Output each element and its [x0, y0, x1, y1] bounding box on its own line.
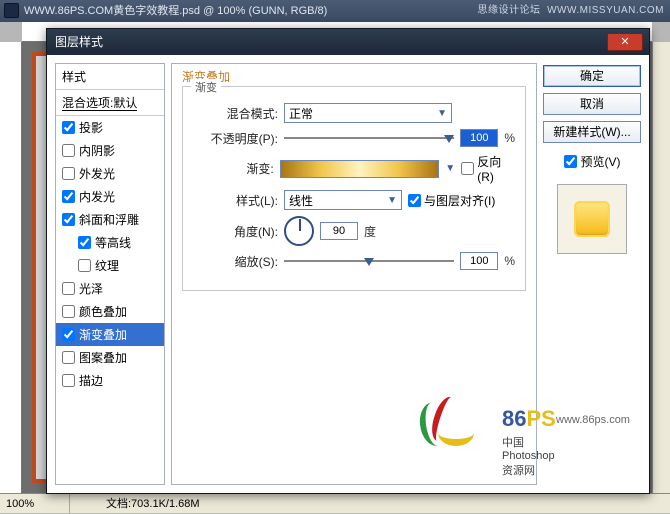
dialog-title: 图层样式	[55, 35, 103, 49]
style-checkbox[interactable]	[62, 121, 75, 134]
chevron-down-icon[interactable]: ▼	[445, 163, 455, 174]
opacity-label: 不透明度(P):	[193, 130, 278, 147]
chevron-down-icon: ▼	[387, 195, 397, 206]
blend-mode-select[interactable]: 正常 ▼	[284, 103, 452, 123]
angle-label: 角度(N):	[193, 223, 278, 240]
gradient-label: 渐变:	[193, 160, 274, 177]
preview-swatch	[557, 184, 627, 254]
doc-info: 文档:703.1K/1.68M	[70, 494, 200, 513]
style-item-3[interactable]: 内发光	[56, 185, 164, 208]
blend-mode-label: 混合模式:	[193, 105, 278, 122]
style-item-5[interactable]: 等高线	[56, 231, 164, 254]
app-titlebar: WWW.86PS.COM黄色字效教程.psd @ 100% (GUNN, RGB…	[0, 0, 670, 22]
style-label: 样式(L):	[193, 192, 278, 209]
photoshop-icon	[4, 3, 19, 18]
style-checkbox[interactable]	[62, 213, 75, 226]
group-legend: 渐变	[191, 79, 221, 95]
style-checkbox[interactable]	[62, 305, 75, 318]
style-item-11[interactable]: 描边	[56, 369, 164, 392]
style-label: 内阴影	[79, 142, 115, 159]
styles-header[interactable]: 样式	[56, 64, 164, 90]
cancel-button[interactable]: 取消	[543, 93, 641, 115]
close-button[interactable]: ✕	[607, 33, 643, 51]
style-label: 外发光	[79, 165, 115, 182]
chevron-down-icon: ▼	[437, 108, 447, 119]
scrollbar-vertical[interactable]	[652, 42, 670, 493]
style-label: 等高线	[95, 234, 131, 251]
preview-checkbox[interactable]: 预览(V)	[543, 153, 641, 170]
new-style-button[interactable]: 新建样式(W)...	[543, 121, 641, 143]
scale-label: 缩放(S):	[193, 253, 278, 270]
style-label: 斜面和浮雕	[79, 211, 139, 228]
status-bar: 100% 文档:703.1K/1.68M	[0, 493, 670, 513]
style-checkbox[interactable]	[62, 374, 75, 387]
styles-list: 样式 混合选项:默认 投影内阴影外发光内发光斜面和浮雕等高线纹理光泽颜色叠加渐变…	[55, 63, 165, 485]
style-label: 内发光	[79, 188, 115, 205]
style-item-0[interactable]: 投影	[56, 116, 164, 139]
style-item-9[interactable]: 渐变叠加	[56, 323, 164, 346]
angle-input[interactable]: 90	[320, 222, 358, 240]
zoom-level[interactable]: 100%	[0, 494, 70, 513]
reverse-checkbox[interactable]: 反向(R)	[461, 153, 515, 184]
gradient-overlay-panel: 渐变叠加 渐变 混合模式: 正常 ▼ 不透明度(P): 100 %	[171, 63, 537, 485]
style-checkbox[interactable]	[62, 190, 75, 203]
document-title: WWW.86PS.COM黄色字效教程.psd @ 100% (GUNN, RGB…	[24, 5, 327, 17]
style-label: 描边	[79, 372, 103, 389]
style-item-8[interactable]: 颜色叠加	[56, 300, 164, 323]
angle-dial[interactable]	[284, 216, 314, 246]
style-label: 图案叠加	[79, 349, 127, 366]
style-label: 投影	[79, 119, 103, 136]
style-checkbox[interactable]	[62, 144, 75, 157]
style-checkbox[interactable]	[62, 167, 75, 180]
style-item-1[interactable]: 内阴影	[56, 139, 164, 162]
style-item-10[interactable]: 图案叠加	[56, 346, 164, 369]
layer-style-dialog: 图层样式 ✕ 样式 混合选项:默认 投影内阴影外发光内发光斜面和浮雕等高线纹理光…	[46, 28, 650, 494]
style-label: 渐变叠加	[79, 326, 127, 343]
style-checkbox[interactable]	[62, 328, 75, 341]
style-item-7[interactable]: 光泽	[56, 277, 164, 300]
style-label: 光泽	[79, 280, 103, 297]
dialog-titlebar[interactable]: 图层样式 ✕	[47, 29, 649, 55]
opacity-slider[interactable]	[284, 131, 454, 145]
blend-options[interactable]: 混合选项:默认	[56, 90, 164, 116]
style-checkbox[interactable]	[78, 259, 91, 272]
style-item-4[interactable]: 斜面和浮雕	[56, 208, 164, 231]
ok-button[interactable]: 确定	[543, 65, 641, 87]
scale-slider[interactable]	[284, 254, 454, 268]
align-checkbox[interactable]: 与图层对齐(I)	[408, 192, 495, 209]
gradient-picker[interactable]	[280, 160, 440, 178]
style-checkbox[interactable]	[62, 351, 75, 364]
style-checkbox[interactable]	[78, 236, 91, 249]
style-item-6[interactable]: 纹理	[56, 254, 164, 277]
style-label: 颜色叠加	[79, 303, 127, 320]
watermark: 86PS www.86ps.com 中国Photoshop资源网	[416, 388, 496, 448]
opacity-input[interactable]: 100	[460, 129, 498, 147]
style-checkbox[interactable]	[62, 282, 75, 295]
style-select[interactable]: 线性 ▼	[284, 190, 402, 210]
ruler-vertical	[0, 42, 22, 493]
scale-input[interactable]: 100	[460, 252, 498, 270]
style-item-2[interactable]: 外发光	[56, 162, 164, 185]
style-label: 纹理	[95, 257, 119, 274]
